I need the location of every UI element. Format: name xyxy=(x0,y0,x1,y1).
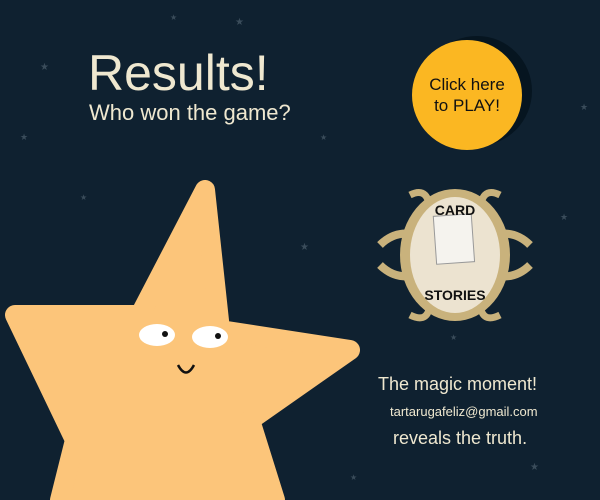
card-stories-logo[interactable]: CARD STORIES xyxy=(370,185,540,330)
logo-text-bottom: STORIES xyxy=(424,287,485,303)
page-subtitle: Who won the game? xyxy=(89,100,291,125)
svg-text:★: ★ xyxy=(450,333,457,342)
play-label-line1: Click here xyxy=(429,74,505,94)
svg-text:★: ★ xyxy=(560,212,568,222)
svg-text:★: ★ xyxy=(20,132,28,142)
tagline: The magic moment! xyxy=(378,374,538,394)
play-label-line2: to PLAY! xyxy=(434,96,500,115)
svg-text:★: ★ xyxy=(235,17,244,28)
star-character xyxy=(5,180,360,500)
play-button[interactable]: Click here to PLAY! xyxy=(412,40,522,150)
logo-text-top: CARD xyxy=(435,202,475,218)
svg-text:★: ★ xyxy=(170,13,177,22)
svg-text:★: ★ xyxy=(40,62,49,73)
tagline-end: reveals the truth. xyxy=(393,428,528,448)
svg-text:★: ★ xyxy=(530,462,539,473)
svg-text:★: ★ xyxy=(320,133,327,142)
page-title: Results! xyxy=(88,45,269,101)
contact-email[interactable]: tartarugafeliz@gmail.com xyxy=(390,404,538,419)
svg-text:★: ★ xyxy=(580,102,588,112)
